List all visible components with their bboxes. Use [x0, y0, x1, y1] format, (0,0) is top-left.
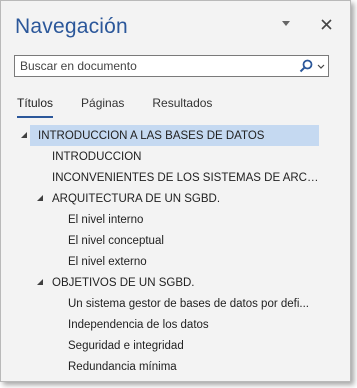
search-options-button[interactable]: [291, 57, 325, 75]
tree-item[interactable]: El nivel conceptual: [1, 230, 341, 251]
scrollbar[interactable]: [342, 125, 350, 381]
tab-titulos[interactable]: Títulos: [17, 96, 54, 118]
search-box: [14, 55, 329, 77]
tree-item-label: OBJETIVOS DE UN SGBD.: [52, 276, 195, 289]
tree-item-label: El nivel externo: [68, 255, 147, 268]
pane-title: Navegación: [15, 15, 128, 38]
tree-item-label: El nivel conceptual: [68, 234, 164, 247]
tree-item[interactable]: El nivel externo: [1, 251, 341, 272]
tree-item-label: Independencia de los datos: [68, 318, 209, 331]
tree-item[interactable]: Independencia de los datos: [1, 314, 341, 335]
tree-item-label: Seguridad e integridad: [68, 339, 184, 352]
tree-item[interactable]: OBJETIVOS DE UN SGBD.: [1, 272, 341, 293]
tree-item-label: INTRODUCCIÓN: [52, 150, 142, 163]
magnifier-icon: [299, 59, 313, 73]
tree-item[interactable]: ARQUITECTURA DE UN SGBD.: [1, 188, 341, 209]
tree-item-label: INCONVENIENTES DE LOS SISTEMAS DE ARCHIV…: [52, 171, 319, 184]
pane-options-button[interactable]: [275, 13, 297, 35]
tree-item[interactable]: Un sistema gestor de bases de datos por …: [1, 293, 341, 314]
collapse-arrow-icon[interactable]: [36, 278, 46, 288]
close-icon: [320, 18, 332, 30]
navigation-pane: Navegación Títulos Páginas Resultados IN…: [0, 0, 351, 382]
headings-tree: INTRODUCCIÓN A LAS BASES DE DATOS INTRODU…: [1, 125, 341, 377]
search-input[interactable]: [15, 56, 290, 76]
tree-item-label: Redundancia mínima: [68, 360, 177, 373]
chevron-down-icon: [317, 64, 325, 69]
tree-item-label: INTRODUCCIÓN A LAS BASES DE DATOS: [38, 129, 265, 142]
tree-item[interactable]: Redundancia mínima: [1, 356, 341, 377]
tree-item[interactable]: El nivel interno: [1, 209, 341, 230]
tree-item-label: El nivel interno: [68, 213, 144, 226]
tree-item[interactable]: INTRODUCCIÓN A LAS BASES DE DATOS: [1, 125, 341, 146]
tree-item[interactable]: INCONVENIENTES DE LOS SISTEMAS DE ARCHIV…: [1, 167, 341, 188]
collapse-arrow-icon[interactable]: [20, 131, 30, 141]
triangle-down-icon: [282, 21, 290, 26]
tab-bar: Títulos Páginas Resultados: [17, 96, 240, 118]
tree-item-label: ARQUITECTURA DE UN SGBD.: [52, 192, 221, 205]
close-button[interactable]: [315, 13, 337, 35]
tab-resultados[interactable]: Resultados: [152, 96, 212, 118]
tree-item-label: Un sistema gestor de bases de datos por …: [68, 297, 309, 310]
tab-paginas[interactable]: Páginas: [81, 96, 124, 118]
collapse-arrow-icon[interactable]: [36, 194, 46, 204]
tree-item[interactable]: INTRODUCCIÓN: [1, 146, 341, 167]
tree-item[interactable]: Seguridad e integridad: [1, 335, 341, 356]
